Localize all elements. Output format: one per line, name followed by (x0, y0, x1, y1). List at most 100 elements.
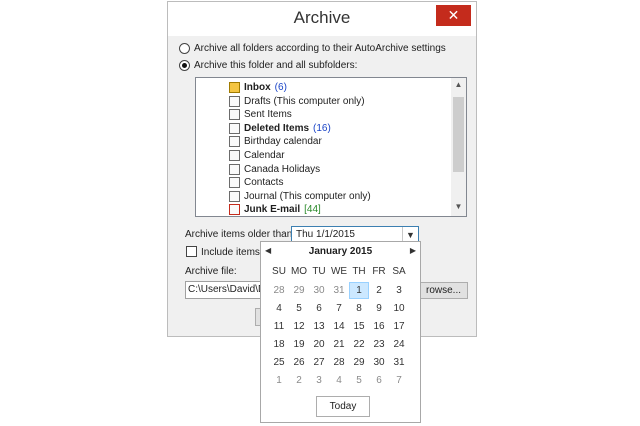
close-icon: ✕ (447, 7, 460, 23)
calendar-icon (229, 163, 240, 175)
weekday-header: TU (312, 266, 326, 277)
junk-icon (229, 204, 240, 216)
folder-item[interactable]: Birthday calendar (229, 135, 322, 148)
calendar-day[interactable]: 7 (329, 300, 349, 317)
archive-this-folder-radio[interactable] (179, 60, 190, 71)
calendar-day[interactable]: 5 (289, 300, 309, 317)
browse-label: rowse... (425, 285, 461, 296)
folder-item[interactable]: Junk E-mail [44] (229, 203, 321, 216)
calendar-day[interactable]: 20 (309, 336, 329, 353)
folder-name: Journal (This computer only) (244, 190, 371, 202)
folder-count: (16) (313, 122, 331, 134)
calendar-day[interactable]: 26 (289, 354, 309, 371)
folder-name: Calendar (244, 150, 285, 161)
calendar-day[interactable]: 1 (349, 282, 369, 299)
calendar-day[interactable]: 7 (389, 372, 409, 389)
calendar-day[interactable]: 3 (389, 282, 409, 299)
calendar-day[interactable]: 19 (289, 336, 309, 353)
folder-count: (6) (274, 82, 287, 93)
older-than-label: Archive items older than: (185, 229, 296, 240)
archive-all-radio[interactable] (179, 43, 190, 54)
calendar-day[interactable]: 6 (309, 300, 329, 317)
calendar-day[interactable]: 28 (269, 282, 289, 299)
calendar-day[interactable]: 17 (389, 318, 409, 335)
calendar-icon (229, 136, 240, 148)
calendar-day[interactable]: 6 (369, 372, 389, 389)
weekday-header: FR (372, 266, 386, 277)
calendar-day[interactable]: 24 (389, 336, 409, 353)
weekday-header: SA (392, 266, 406, 277)
calendar-day[interactable]: 2 (289, 372, 309, 389)
calendar-day[interactable]: 29 (289, 282, 309, 299)
calendar-day[interactable]: 2 (369, 282, 389, 299)
folder-name: Sent Items (244, 109, 292, 121)
calendar-day[interactable]: 30 (309, 282, 329, 299)
calendar-day[interactable]: 12 (289, 318, 309, 335)
folder-item[interactable]: Canada Holidays (229, 163, 320, 176)
calendar-day[interactable]: 30 (369, 354, 389, 371)
calendar-day[interactable]: 16 (369, 318, 389, 335)
folder-name: Birthday calendar (244, 136, 322, 148)
weekday-header: TH (352, 266, 366, 277)
weekday-header: SU (272, 266, 286, 277)
inbox-icon (229, 82, 240, 93)
calendar-day[interactable]: 27 (309, 354, 329, 371)
calendar-day[interactable]: 22 (349, 336, 369, 353)
calendar-day[interactable]: 3 (309, 372, 329, 389)
calendar-day[interactable]: 9 (369, 300, 389, 317)
include-items-checkbox[interactable] (186, 246, 197, 257)
calendar-day[interactable]: 28 (329, 354, 349, 371)
weekday-header: MO (290, 266, 308, 277)
folder-item[interactable]: Deleted Items (16) (229, 122, 331, 135)
calendar-icon (229, 150, 240, 161)
calendar-day[interactable]: 8 (349, 300, 369, 317)
folder-tree[interactable]: ▲ ▼ Inbox (6) Drafts (This computer only) S… (195, 77, 467, 217)
calendar-month-title[interactable]: January 2015 (261, 246, 420, 257)
folder-name: Contacts (244, 177, 284, 189)
calendar-day[interactable]: 10 (389, 300, 409, 317)
archive-file-value: C:\Users\David\Do (188, 284, 271, 295)
scroll-up-icon[interactable]: ▲ (451, 80, 466, 89)
calendar-header: ◀ January 2015 ▶ (261, 245, 420, 261)
folder-item[interactable]: Sent Items (229, 108, 292, 121)
calendar-day[interactable]: 13 (309, 318, 329, 335)
calendar-day[interactable]: 4 (269, 300, 289, 317)
calendar-day[interactable]: 23 (369, 336, 389, 353)
browse-button[interactable]: rowse... (413, 282, 468, 299)
today-button[interactable]: Today (316, 396, 370, 417)
folder-name: Drafts (This computer only) (244, 95, 365, 107)
folder-item[interactable]: Calendar (229, 149, 285, 162)
journal-icon (229, 190, 240, 202)
close-button[interactable]: ✕ (436, 5, 471, 26)
archive-all-label: Archive all folders according to their A… (194, 43, 446, 54)
deleted-items-icon (229, 122, 240, 134)
folder-item[interactable]: Inbox (6) (229, 81, 287, 94)
calendar-day[interactable]: 21 (329, 336, 349, 353)
folder-item[interactable]: Drafts (This computer only) (229, 95, 365, 108)
calendar-day[interactable]: 29 (349, 354, 369, 371)
calendar-day[interactable]: 25 (269, 354, 289, 371)
calendar-day[interactable]: 15 (349, 318, 369, 335)
folder-count: [44] (304, 204, 321, 216)
calendar-day[interactable]: 18 (269, 336, 289, 353)
calendar-day[interactable]: 5 (349, 372, 369, 389)
folder-list-scrollbar[interactable]: ▲ ▼ (451, 78, 466, 216)
sent-icon (229, 109, 240, 121)
folder-name: Inbox (244, 82, 271, 93)
weekday-header: WE (330, 266, 348, 277)
scroll-down-icon[interactable]: ▼ (451, 202, 466, 211)
calendar-day[interactable]: 14 (329, 318, 349, 335)
folder-item[interactable]: Journal (This computer only) (229, 190, 371, 203)
folder-name: Canada Holidays (244, 163, 321, 175)
calendar-day[interactable]: 31 (329, 282, 349, 299)
scroll-thumb[interactable] (453, 97, 464, 172)
calendar-day[interactable]: 4 (329, 372, 349, 389)
archive-all-option[interactable]: Archive all folders according to their A… (179, 43, 446, 54)
next-month-icon[interactable]: ▶ (410, 246, 416, 255)
calendar-day[interactable]: 31 (389, 354, 409, 371)
calendar-day[interactable]: 1 (269, 372, 289, 389)
older-than-date-value: Thu 1/1/2015 (296, 229, 355, 240)
archive-this-folder-option[interactable]: Archive this folder and all subfolders: (179, 60, 357, 71)
calendar-day[interactable]: 11 (269, 318, 289, 335)
folder-item[interactable]: Contacts (229, 176, 283, 189)
